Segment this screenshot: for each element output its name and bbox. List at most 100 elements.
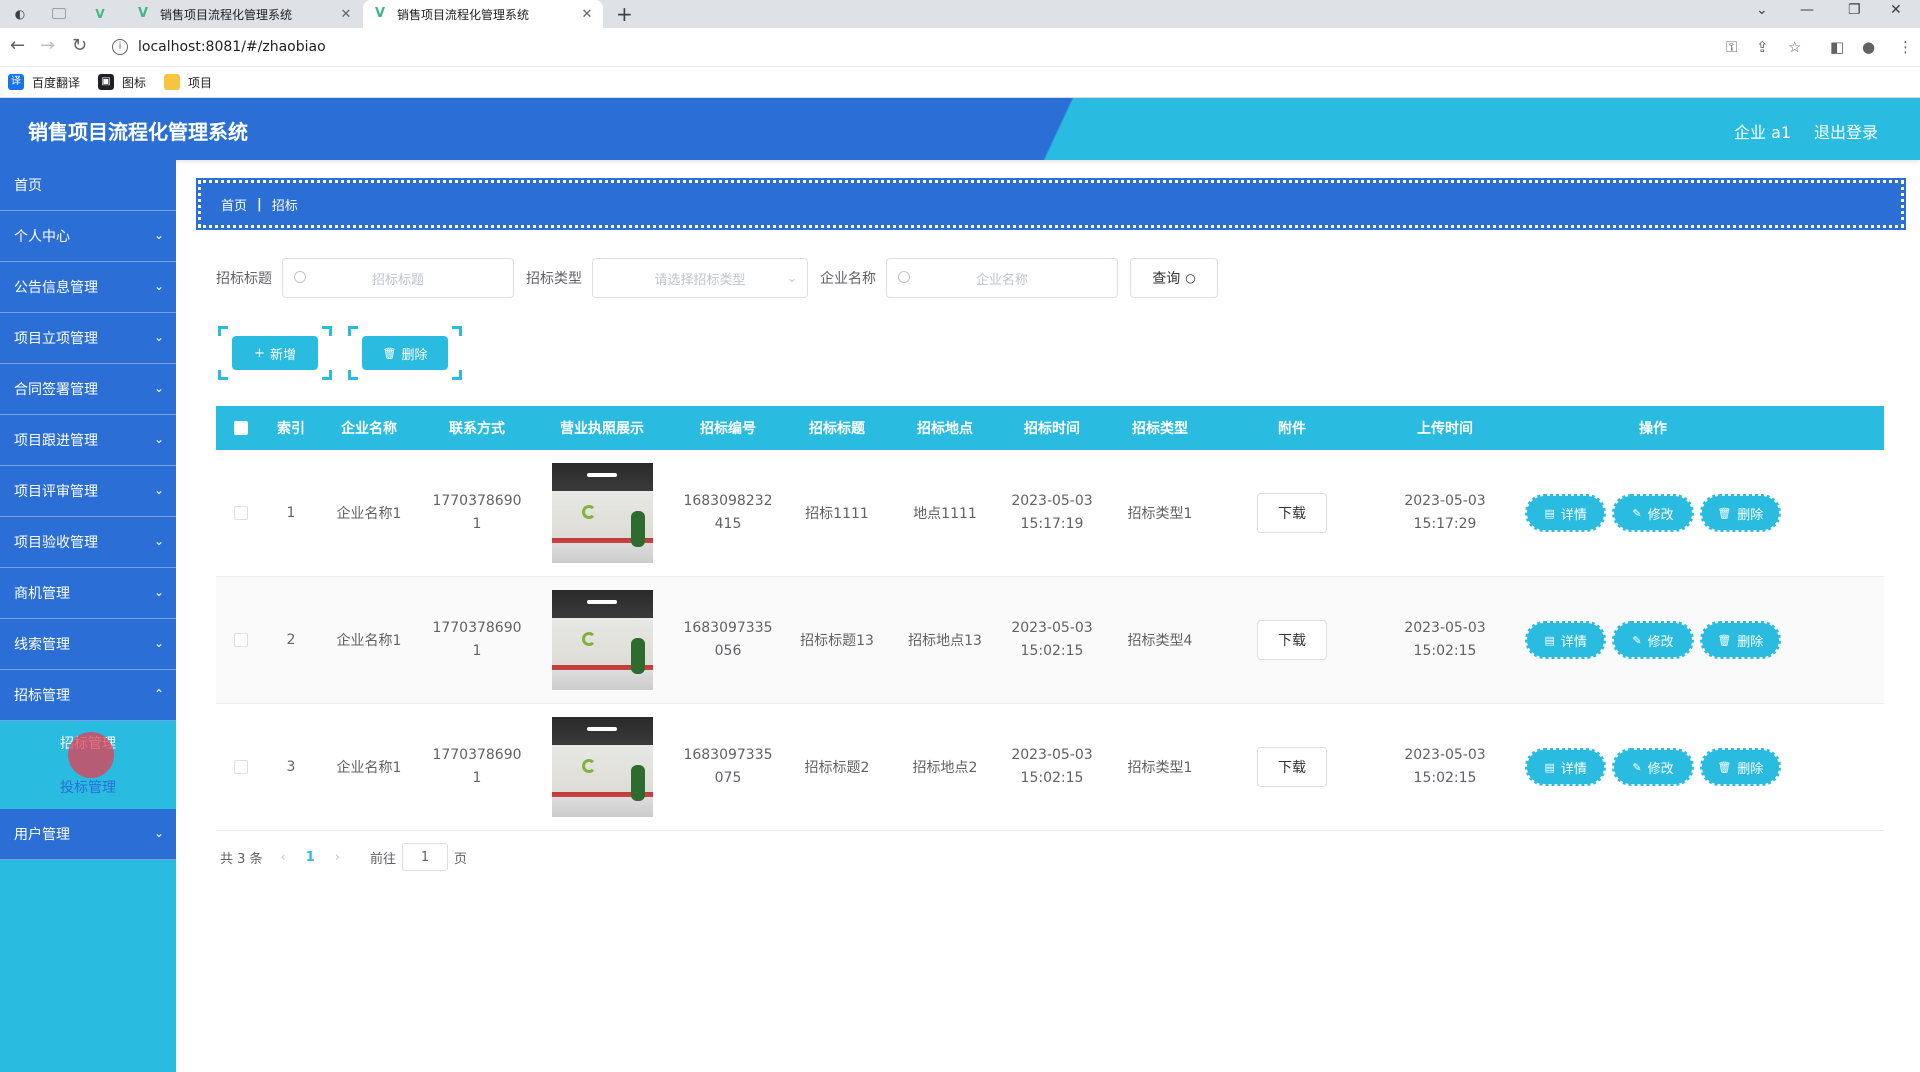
sidebar-item-opportunities[interactable]: 商机管理 ⌄ <box>0 568 176 619</box>
site-info-icon[interactable]: i <box>112 39 128 55</box>
sidebar-item-announcements[interactable]: 公告信息管理 ⌄ <box>0 262 176 313</box>
cell-license <box>532 717 672 817</box>
key-icon[interactable]: ⚿ <box>1726 38 1737 56</box>
sidebar-item-label: 用户管理 <box>14 827 70 843</box>
back-icon[interactable]: ← <box>10 36 25 56</box>
row-checkbox[interactable] <box>234 633 248 647</box>
bookmark-project[interactable]: 项目 <box>164 74 212 91</box>
type-select[interactable]: 请选择招标类型 ⌄ <box>592 258 808 298</box>
url-omnibox[interactable]: i localhost:8081/#/zhaobiao <box>106 33 1742 61</box>
delete-label: 删除 <box>1737 634 1764 650</box>
sidebar-item-home[interactable]: 首页 <box>0 160 176 211</box>
download-button[interactable]: 下载 <box>1257 493 1327 533</box>
download-button[interactable]: 下载 <box>1257 747 1327 787</box>
menu-kebab-icon[interactable]: ⋮ <box>1898 38 1913 56</box>
reload-icon[interactable]: ↻ <box>72 36 87 56</box>
new-tab-icon[interactable]: + <box>616 2 633 26</box>
sidebar-item-leads[interactable]: 线索管理 ⌄ <box>0 619 176 670</box>
sidebar-item-label: 首页 <box>14 178 42 194</box>
delete-button[interactable]: 🗑 删除 <box>1699 494 1781 532</box>
vue-tab-icon[interactable]: V <box>92 6 108 22</box>
license-image[interactable] <box>551 463 653 563</box>
blank-tab-icon[interactable] <box>52 8 66 19</box>
license-image[interactable] <box>551 590 653 690</box>
cell-phone-line: 1770378690 <box>432 620 522 636</box>
company-search-input[interactable]: 企业名称 <box>886 258 1118 298</box>
detail-button[interactable]: ▤ 详情 <box>1524 748 1607 786</box>
close-tab-icon[interactable]: ✕ <box>338 7 354 22</box>
share-icon[interactable]: ⇪ <box>1756 38 1769 56</box>
title-search-input[interactable]: 招标标题 <box>282 258 514 298</box>
cell-code: 1683098232 415 <box>672 490 784 536</box>
cell-upload-line: 15:02:15 <box>1413 643 1477 659</box>
sidebar-item-project-followup[interactable]: 项目跟进管理 ⌄ <box>0 415 176 466</box>
delete-button[interactable]: 🗑 删除 <box>1699 621 1781 659</box>
edit-button[interactable]: ✎ 修改 <box>1612 748 1694 786</box>
breadcrumb-home[interactable]: 首页 <box>221 195 247 214</box>
restore-icon[interactable]: ❐ <box>1848 2 1861 18</box>
select-placeholder: 请选择招标类型 <box>654 272 746 288</box>
sidepanel-icon[interactable]: ◧ <box>1830 38 1844 56</box>
cell-time: 2023-05-03 15:02:15 <box>1000 617 1104 663</box>
minimize-icon[interactable]: — <box>1800 2 1814 18</box>
decor-corner <box>322 326 332 336</box>
trash-icon: 🗑 <box>1717 760 1732 774</box>
batch-delete-button[interactable]: 🗑 删除 <box>348 326 462 380</box>
window-close-icon[interactable]: ✕ <box>1890 2 1902 18</box>
decor-corner <box>218 370 228 380</box>
current-user[interactable]: 企业 a1 <box>1734 119 1791 143</box>
sidebar-item-personal-center[interactable]: 个人中心 ⌄ <box>0 211 176 262</box>
cell-time-line: 2023-05-03 <box>1011 747 1093 763</box>
select-all-checkbox[interactable] <box>234 421 248 435</box>
logout-link[interactable]: 退出登录 <box>1814 119 1878 143</box>
page-number[interactable]: 1 <box>306 850 315 865</box>
bookmark-translate[interactable]: 译 百度翻译 <box>8 74 80 91</box>
tab-inactive[interactable]: V 销售项目流程化管理系统 ✕ <box>126 0 362 28</box>
bookmark-star-icon[interactable]: ☆ <box>1788 38 1801 56</box>
row-checkbox[interactable] <box>234 760 248 774</box>
company-filter-label: 企业名称 <box>820 271 876 287</box>
table-row: 3 企业名称1 1770378690 1 1683097335 075 招标标题2 … <box>216 704 1884 831</box>
sidebar-item-project-acceptance[interactable]: 项目验收管理 ⌄ <box>0 517 176 568</box>
chevron-down-icon: ⌄ <box>786 271 797 285</box>
vue-logo-icon: V <box>137 6 149 21</box>
column-header: 附件 <box>1278 421 1306 437</box>
profile-icon[interactable]: ● <box>1862 38 1875 56</box>
sidebar-item-project-review[interactable]: 项目评审管理 ⌄ <box>0 466 176 517</box>
sidebar-item-contracts[interactable]: 合同签署管理 ⌄ <box>0 364 176 415</box>
close-tab-icon[interactable]: ✕ <box>579 7 595 22</box>
tab-search-icon[interactable]: ◐ <box>12 6 28 22</box>
folder-icon <box>164 74 181 90</box>
prev-page-icon[interactable]: ‹ <box>281 850 286 865</box>
sidebar-item-users[interactable]: 用户管理 ⌄ <box>0 809 176 860</box>
sidebar-item-project-setup[interactable]: 项目立项管理 ⌄ <box>0 313 176 364</box>
delete-button[interactable]: 🗑 删除 <box>1699 748 1781 786</box>
bookmark-images[interactable]: ▣ 图标 <box>98 74 146 91</box>
detail-button[interactable]: ▤ 详情 <box>1524 621 1607 659</box>
edit-button[interactable]: ✎ 修改 <box>1612 494 1694 532</box>
cell-type: 招标类型4 <box>1127 633 1193 649</box>
decor-corner <box>452 370 462 380</box>
column-header: 操作 <box>1639 421 1667 437</box>
add-button[interactable]: + 新增 <box>218 326 332 380</box>
license-image[interactable] <box>551 717 653 817</box>
query-button[interactable]: 查询 ○ <box>1130 258 1218 298</box>
detail-button[interactable]: ▤ 详情 <box>1524 494 1607 532</box>
edit-button[interactable]: ✎ 修改 <box>1612 621 1694 659</box>
forward-icon[interactable]: → <box>40 36 55 56</box>
bookmark-label: 项目 <box>188 75 213 90</box>
sidebar-item-bidding[interactable]: 招标管理 ⌃ <box>0 670 176 721</box>
document-icon: ▤ <box>1544 633 1555 647</box>
cell-phone-line: 1770378690 <box>432 747 522 763</box>
cell-actions: ▤ 详情 ✎ 修改 🗑 删除 <box>1522 494 1784 532</box>
column-header: 招标标题 <box>809 421 865 437</box>
row-checkbox[interactable] <box>234 506 248 520</box>
next-page-icon[interactable]: › <box>335 850 340 865</box>
tab-list-icon[interactable]: ⌄ <box>1756 2 1768 18</box>
download-button[interactable]: 下载 <box>1257 620 1327 660</box>
detail-label: 详情 <box>1560 634 1587 650</box>
cell-code: 1683097335 056 <box>672 617 784 663</box>
cell-title: 招标标题2 <box>804 760 870 776</box>
tab-active[interactable]: V 销售项目流程化管理系统 ✕ <box>363 0 603 28</box>
goto-page-input[interactable]: 1 <box>402 843 449 871</box>
